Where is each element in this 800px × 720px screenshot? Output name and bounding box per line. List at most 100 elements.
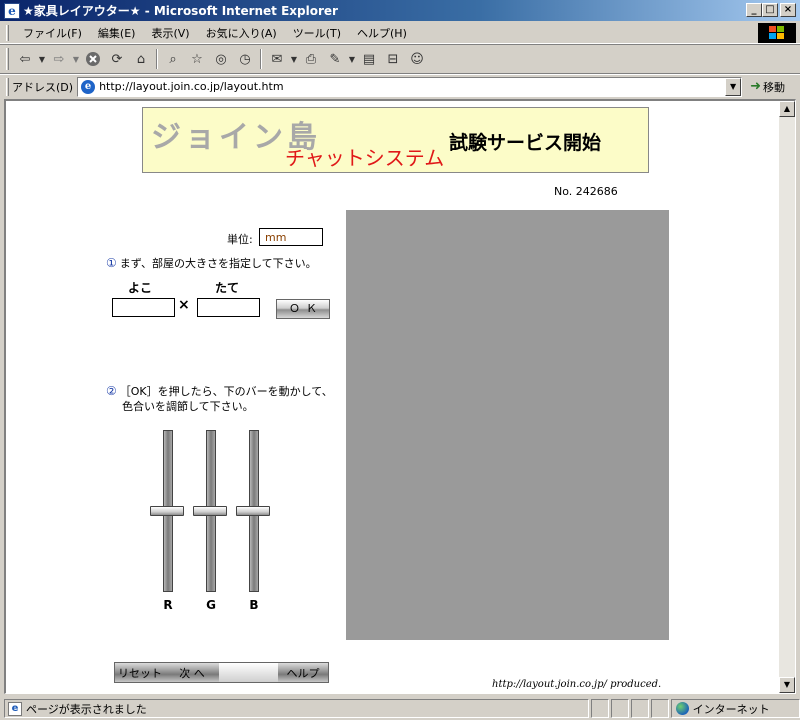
ok-button[interactable]: ＯＫ (276, 299, 330, 319)
status-main: e ページが表示されました (4, 699, 589, 718)
ie-page-icon: e (81, 79, 96, 94)
step2-instruction: ② ［OK］を押したら、下のバーを動かして、 色合いを調節して下さい。 (106, 384, 333, 414)
red-slider-thumb[interactable] (150, 506, 184, 516)
toolbar-separator (260, 49, 262, 69)
menu-edit[interactable]: 編集(E) (90, 25, 144, 41)
vertical-scrollbar[interactable]: ▲ ▼ (779, 101, 795, 693)
back-dropdown-icon[interactable]: ▼ (37, 48, 47, 70)
window-controls: _ □ × (746, 3, 796, 17)
scroll-up-icon[interactable]: ▲ (779, 101, 795, 117)
address-input[interactable]: e http://layout.join.co.jp/layout.htm ▼ (77, 76, 743, 97)
step2-line1: ［OK］を押したら、下のバーを動かして、 (119, 385, 333, 398)
red-slider: R (148, 430, 188, 615)
refresh-icon[interactable]: ⟳ (105, 48, 129, 70)
addressbar-grip[interactable] (6, 77, 9, 96)
edit-icon[interactable]: ✎ (323, 48, 347, 70)
stop-icon[interactable] (81, 48, 105, 70)
reset-button[interactable]: リセット (115, 663, 165, 682)
web-page: ジョイン島 チャットシステム 試験サービス開始 No. 242686 単位: ①… (6, 101, 780, 693)
address-dropdown-icon[interactable]: ▼ (725, 77, 742, 96)
step1-text: まず、部屋の大きさを指定して下さい。 (119, 257, 317, 270)
history-icon[interactable]: ◷ (233, 48, 257, 70)
maximize-button[interactable]: □ (762, 3, 778, 17)
back-icon[interactable]: ⇦ (13, 48, 37, 70)
go-button[interactable]: ➜ 移動 (750, 79, 785, 95)
scroll-down-icon[interactable]: ▼ (779, 677, 795, 693)
windows-logo-icon (758, 23, 796, 43)
address-bar: アドレス(D) e http://layout.join.co.jp/layou… (0, 74, 800, 98)
site-banner[interactable]: ジョイン島 チャットシステム 試験サービス開始 (142, 107, 649, 173)
status-pane (650, 699, 669, 718)
internet-globe-icon (675, 702, 689, 715)
green-slider: G (191, 430, 231, 615)
go-label: 移動 (762, 80, 785, 94)
green-slider-thumb[interactable] (193, 506, 227, 516)
mail-dropdown-icon[interactable]: ▼ (289, 48, 299, 70)
search-icon[interactable]: ⌕ (161, 48, 185, 70)
menu-help[interactable]: ヘルプ(H) (349, 25, 415, 41)
bottom-nav: リセット 次 へ ヘルプ (114, 662, 329, 683)
nav-blank (219, 663, 278, 682)
status-pane (590, 699, 609, 718)
step2-number: ② (106, 384, 117, 398)
print-icon[interactable]: ⎙ (299, 48, 323, 70)
edit-dropdown-icon[interactable]: ▼ (347, 48, 357, 70)
room-preview[interactable] (346, 210, 669, 640)
menu-favorites[interactable]: お気に入り(A) (198, 25, 285, 41)
page-done-icon: e (8, 701, 22, 716)
close-button[interactable]: × (780, 3, 796, 17)
height-input[interactable] (197, 298, 260, 317)
address-url[interactable]: http://layout.join.co.jp/layout.htm (99, 80, 283, 93)
discuss-icon[interactable]: ▤ (357, 48, 381, 70)
times-sign: × (178, 297, 190, 313)
blue-slider-thumb[interactable] (236, 506, 270, 516)
forward-icon[interactable]: ⇨ (47, 48, 71, 70)
status-bar: e ページが表示されました インターネット (0, 697, 800, 720)
ie-page-icon: e (4, 2, 20, 19)
banner-service: 試験サービス開始 (449, 132, 602, 154)
home-icon[interactable]: ⌂ (129, 48, 153, 70)
red-slider-label: R (163, 598, 173, 612)
unit-field[interactable] (259, 228, 323, 246)
page-number: No. 242686 (554, 185, 618, 198)
mail-icon[interactable]: ✉ (265, 48, 289, 70)
width-label: よこ (128, 281, 153, 295)
menu-tools[interactable]: ツール(T) (285, 25, 349, 41)
window-titlebar: e ★家具レイアウター★ - Microsoft Internet Explor… (0, 0, 800, 22)
step2-line2: 色合いを調節して下さい。 (122, 400, 254, 413)
research-icon[interactable]: ⊟ (381, 48, 405, 70)
zone-label: インターネット (692, 702, 770, 716)
help-button[interactable]: ヘルプ (278, 663, 328, 682)
next-button[interactable]: 次 へ (165, 663, 219, 682)
width-input[interactable] (112, 298, 175, 317)
credit-link[interactable]: http://layout.join.co.jp/ produced. (492, 679, 661, 690)
standard-toolbar: ⇦ ▼ ⇨ ▼ ⟳ ⌂ ⌕ ☆ ◎ ◷ ✉ ▼ ⎙ ✎ ▼ ▤ ⊟ ☺ (0, 44, 800, 74)
status-pane (630, 699, 649, 718)
go-arrow-icon: ➜ (750, 79, 761, 94)
browser-viewport: ジョイン島 チャットシステム 試験サービス開始 No. 242686 単位: ①… (4, 99, 796, 694)
window-title: ★家具レイアウター★ - Microsoft Internet Explorer (23, 4, 338, 18)
toolbar-grip[interactable] (6, 48, 9, 70)
minimize-button[interactable]: _ (746, 3, 762, 17)
address-label: アドレス(D) (12, 80, 74, 94)
toolbar-separator (156, 49, 158, 69)
height-label: たて (215, 281, 240, 295)
menu-bar: ファイル(F) 編集(E) 表示(V) お気に入り(A) ツール(T) ヘルプ(… (0, 22, 800, 44)
favorites-icon[interactable]: ☆ (185, 48, 209, 70)
menubar-grip[interactable] (6, 24, 9, 41)
status-pane (610, 699, 629, 718)
messenger-icon[interactable]: ☺ (405, 48, 429, 70)
media-icon[interactable]: ◎ (209, 48, 233, 70)
step1-instruction: ① まず、部屋の大きさを指定して下さい。 (106, 255, 317, 271)
step1-number: ① (106, 256, 117, 270)
unit-label: 単位: (227, 233, 253, 246)
green-slider-label: G (206, 598, 216, 612)
banner-subtitle: チャットシステム (285, 146, 445, 170)
menu-view[interactable]: 表示(V) (143, 25, 197, 41)
blue-slider-label: B (249, 598, 259, 612)
security-zone: インターネット (670, 699, 800, 718)
forward-dropdown-icon[interactable]: ▼ (71, 48, 81, 70)
menu-file[interactable]: ファイル(F) (15, 25, 90, 41)
blue-slider: B (234, 430, 274, 615)
status-text: ページが表示されました (26, 702, 147, 716)
